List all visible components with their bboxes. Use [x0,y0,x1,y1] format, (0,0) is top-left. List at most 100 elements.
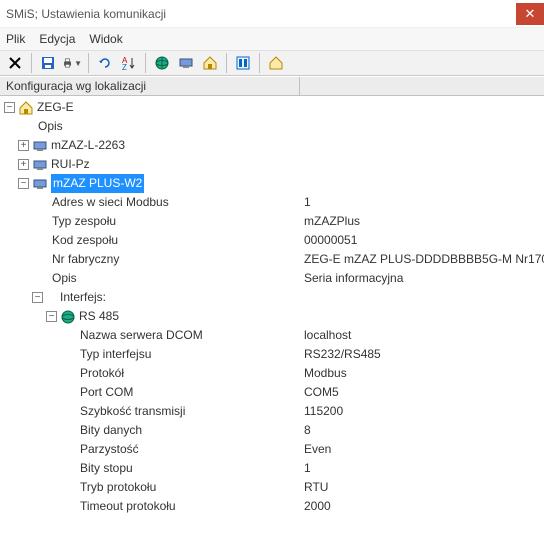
print-button[interactable]: ▼ [61,52,83,74]
menubar: Plik Edycja Widok [0,28,544,50]
property-value: 8 [300,421,544,440]
globe-button[interactable] [151,52,173,74]
tree-node-label: RUI-Pz [51,155,90,174]
property-value: ZEG-E mZAZ PLUS-DDDDBBBB5G-M Nr170002 [300,250,544,269]
tree-node-root[interactable]: − ZEG-E [4,98,544,117]
save-icon [40,55,56,71]
chevron-down-icon: ▼ [74,59,82,68]
property-key: Typ interfejsu [80,345,151,364]
property-value: RTU [300,478,544,497]
property-key: Nr fabryczny [52,250,119,269]
property-row[interactable]: Typ zespołu mZAZPlus [4,212,544,231]
property-key: Parzystość [80,440,139,459]
property-row[interactable]: Parzystość Even [4,440,544,459]
property-value: 1 [300,193,544,212]
undo-button[interactable] [94,52,116,74]
property-value: COM5 [300,383,544,402]
toolbar-separator [145,53,146,73]
column-header: Konfiguracja wg lokalizacji [0,76,544,96]
property-row[interactable]: ProtokółModbus [4,364,544,383]
sort-icon: AZ [121,55,137,71]
tree-leaf-label: Opis [38,117,63,136]
network-icon [60,309,76,325]
property-row[interactable]: Szybkość transmisji 115200 [4,402,544,421]
home-alt-icon [268,55,284,71]
expander-minus-icon[interactable]: − [46,311,57,322]
expander-plus-icon[interactable]: + [18,140,29,151]
save-button[interactable] [37,52,59,74]
property-value: Seria informacyjna [300,269,544,288]
property-value: localhost [300,326,544,345]
tree-node-device[interactable]: + RUI-Pz [4,155,544,174]
property-value: Modbus [300,364,544,383]
toolbar-separator [259,53,260,73]
close-button[interactable]: ✕ [516,3,544,25]
print-icon [62,55,73,71]
property-row[interactable]: Tryb protokołu RTU [4,478,544,497]
property-value: 115200 [300,402,544,421]
property-value: 2000 [300,497,544,516]
svg-text:Z: Z [122,63,127,71]
column-header-left: Konfiguracja wg lokalizacji [0,77,300,95]
device-button[interactable] [175,52,197,74]
property-value: Even [300,440,544,459]
window-title: SMiS; Ustawienia komunikacji [6,7,166,21]
property-row[interactable]: Timeout protokołu 2000 [4,497,544,516]
property-row[interactable]: Opis Seria informacyjna [4,269,544,288]
tree-node-device[interactable]: + mZAZ-L-2263 [4,136,544,155]
toolbar: ▼ AZ [0,50,544,76]
property-value: mZAZPlus [300,212,544,231]
device-icon [32,176,48,192]
property-value: 1 [300,459,544,478]
property-key: Szybkość transmisji [80,402,185,421]
property-key: Tryb protokołu [80,478,156,497]
sort-button[interactable]: AZ [118,52,140,74]
tree-node-interface[interactable]: − Interfejs: [4,288,544,307]
expander-minus-icon[interactable]: − [18,178,29,189]
device-icon [32,138,48,154]
menu-view[interactable]: Widok [89,32,122,46]
device-icon [178,55,194,71]
close-icon: ✕ [525,6,536,22]
property-row[interactable]: Bity stopu 1 [4,459,544,478]
expander-minus-icon[interactable]: − [4,102,15,113]
globe-icon [154,55,170,71]
property-key: Timeout protokołu [80,497,176,516]
home-icon [18,100,34,116]
property-key: Typ zespołu [52,212,116,231]
home2-button[interactable] [265,52,287,74]
toolbar-separator [226,53,227,73]
toolbar-separator [88,53,89,73]
delete-icon [7,55,23,71]
tree: − ZEG-E Opis + mZAZ-L-2263 + [0,96,544,516]
expander-minus-icon[interactable]: − [32,292,43,303]
delete-button[interactable] [4,52,26,74]
property-row[interactable]: Bity danych 8 [4,421,544,440]
property-key: Opis [52,269,77,288]
property-key: Bity danych [80,421,142,440]
tree-node-rs485[interactable]: − RS 485 [4,307,544,326]
column-header-right [300,77,544,95]
tree-node-device-selected[interactable]: − mZAZ PLUS-W2 [4,174,544,193]
property-key: Bity stopu [80,459,133,478]
menu-file[interactable]: Plik [6,32,25,46]
layout-icon [235,55,251,71]
property-row[interactable]: Port COM COM5 [4,383,544,402]
home-button[interactable] [199,52,221,74]
property-row[interactable]: Typ interfejsuRS232/RS485 [4,345,544,364]
layout-button[interactable] [232,52,254,74]
expander-plus-icon[interactable]: + [18,159,29,170]
toolbar-separator [31,53,32,73]
property-row[interactable]: Nazwa serwera DCOMlocalhost [4,326,544,345]
tree-node-label: mZAZ PLUS-W2 [51,174,144,193]
property-row[interactable]: Nr fabryczny ZEG-E mZAZ PLUS-DDDDBBBB5G-M… [4,250,544,269]
property-row[interactable]: Kod zespołu00000051 [4,231,544,250]
tree-leaf-opis[interactable]: Opis [4,117,544,136]
property-key: Port COM [80,383,133,402]
property-key: Kod zespołu [52,231,118,250]
undo-icon [97,55,113,71]
tree-node-label: mZAZ-L-2263 [51,136,125,155]
menu-edit[interactable]: Edycja [39,32,75,46]
tree-node-label: Interfejs: [60,288,106,307]
property-row[interactable]: Adres w sieci Modbus1 [4,193,544,212]
